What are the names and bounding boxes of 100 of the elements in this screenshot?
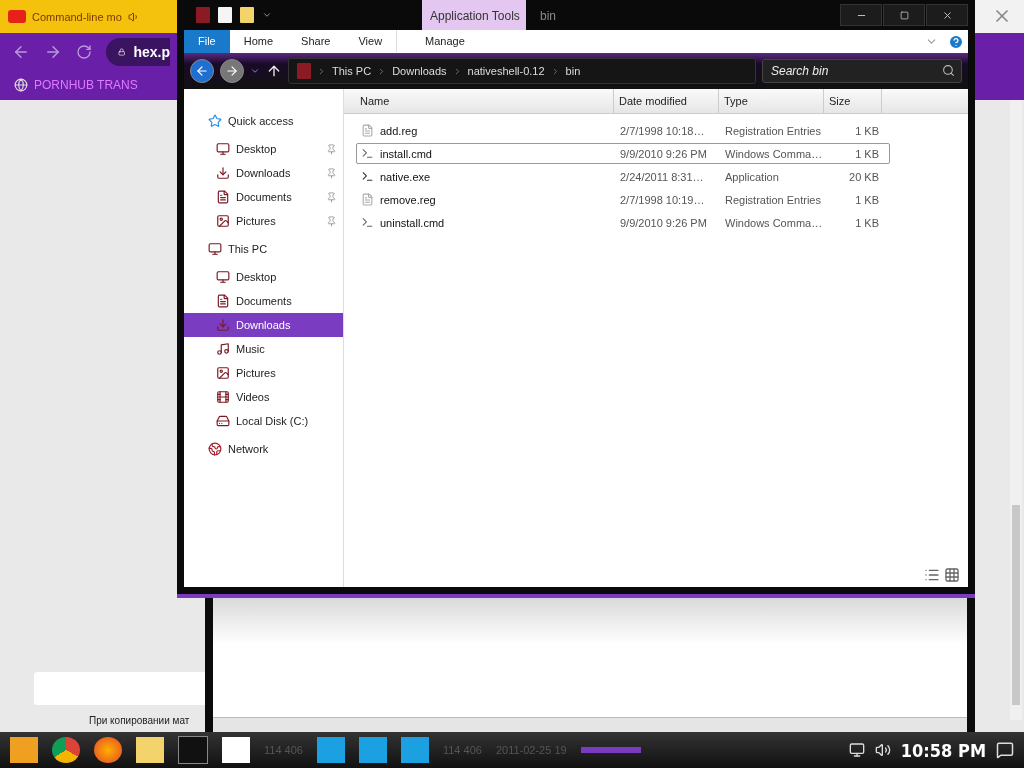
ribbon-tab[interactable]: File	[184, 30, 230, 53]
close-icon	[941, 9, 953, 21]
help-icon[interactable]	[948, 33, 964, 50]
size-cell-text: 20 KB	[848, 170, 880, 183]
date-cell-text: 2/7/1998 10:18…	[619, 124, 705, 137]
breadcrumb-item[interactable]: This PC	[332, 65, 372, 77]
search-field[interactable]: Search bin	[762, 59, 962, 83]
lock-icon	[118, 45, 126, 58]
file-row[interactable]: install.cmd 9/9/2010 9:26 PM Windows Comma… 1 KB	[356, 143, 890, 164]
file-name: native.exe	[380, 170, 431, 183]
forward-button[interactable]	[220, 59, 244, 83]
file-name: add.reg	[380, 124, 418, 137]
nav-label: Downloads	[236, 167, 292, 179]
document-icon	[361, 193, 374, 206]
nav-label: Desktop	[236, 271, 278, 283]
breadcrumb-item[interactable]: nativeshell-0.12	[467, 65, 545, 77]
caret-icon[interactable]	[250, 66, 260, 76]
type-cell-text: Registration Entries	[724, 193, 821, 206]
column-header[interactable]: Type	[719, 89, 824, 113]
size-cell-text: 1 KB	[854, 216, 880, 229]
nav-label: This PC	[228, 243, 269, 255]
type-cell-text: Windows Comma…	[724, 216, 823, 229]
file-row[interactable]: add.reg 2/7/1998 10:18… Registration Entries 1 KB	[356, 120, 890, 141]
maximize-icon	[899, 10, 909, 20]
file-row[interactable]: native.exe 2/24/2011 8:31… Application 20 KB	[356, 166, 890, 187]
nav-item[interactable]: This PC	[184, 233, 343, 265]
document-icon	[361, 124, 374, 137]
chevron-icon	[317, 66, 326, 76]
breadcrumb-item[interactable]: bin	[565, 65, 581, 77]
column-header[interactable]: Size	[824, 89, 882, 113]
file-name: remove.reg	[380, 193, 436, 206]
type-cell-text: Windows Comma…	[724, 147, 823, 160]
nav-label: Documents	[236, 295, 293, 307]
nav-label: Quick access	[228, 115, 295, 127]
nav-item[interactable]: Documents	[184, 289, 343, 313]
film-icon	[216, 390, 230, 404]
breadcrumb-item[interactable]: Downloads	[392, 65, 447, 77]
file-name: uninstall.cmd	[380, 216, 445, 229]
document-icon	[216, 190, 230, 204]
size-cell-text: 1 KB	[854, 124, 880, 137]
nav-label: Local Disk (C:)	[236, 415, 310, 427]
date-cell-text: 9/9/2010 9:26 PM	[619, 216, 707, 229]
nav-item[interactable]: Desktop	[184, 265, 343, 289]
notification-icon[interactable]	[996, 741, 1014, 759]
column-header[interactable]: Name	[344, 89, 614, 113]
horizontal-scrollbar[interactable]	[213, 717, 967, 732]
context-label: Application Tools	[422, 0, 526, 30]
nav-label: Documents	[236, 191, 293, 203]
monitor-icon	[208, 242, 222, 256]
speaker-icon[interactable]	[874, 742, 891, 758]
network-icon[interactable]	[848, 742, 865, 758]
clock[interactable]: 10:58 PM	[900, 739, 986, 761]
nav-item[interactable]: Quick access	[184, 105, 343, 137]
date-cell-text: 2/24/2011 8:31…	[619, 170, 704, 183]
up-icon[interactable]	[266, 63, 282, 79]
nav-item[interactable]: Documents	[184, 185, 343, 209]
caret-icon[interactable]	[262, 10, 272, 20]
image-icon	[216, 214, 230, 228]
url-text: hex.p	[133, 43, 170, 60]
browser-tab[interactable]: Command-line mo	[0, 0, 177, 33]
address-field[interactable]: hex.p	[106, 37, 170, 66]
image-icon	[216, 366, 230, 380]
file-row[interactable]: uninstall.cmd 9/9/2010 9:26 PM Windows Comma… 1 KB	[356, 212, 890, 233]
search-icon	[942, 64, 955, 77]
nav-label: Pictures	[236, 367, 277, 379]
nav-label: Downloads	[236, 319, 292, 331]
nav-item[interactable]: Videos	[184, 385, 343, 409]
speaker-icon	[127, 10, 140, 23]
size-cell-text: 1 KB	[854, 193, 880, 206]
globe-icon	[208, 442, 222, 456]
nav-item[interactable]: Downloads	[184, 313, 343, 337]
back-icon	[195, 64, 209, 78]
column-header[interactable]: Date modified	[614, 89, 719, 113]
nav-item[interactable]: Desktop	[184, 137, 343, 161]
nav-item[interactable]: Network	[184, 433, 343, 465]
bookmark-link[interactable]: PORNHUB TRANS	[34, 78, 138, 92]
back-button[interactable]	[190, 59, 214, 83]
nav-item[interactable]: Local Disk (C:)	[184, 409, 343, 433]
reload-icon[interactable]	[76, 43, 92, 60]
type-cell-text: Registration Entries	[724, 124, 821, 137]
tiles-view-icon[interactable]	[944, 567, 960, 583]
nav-label: Network	[228, 443, 270, 455]
details-view-icon[interactable]	[924, 567, 940, 583]
nav-item[interactable]: Pictures	[184, 361, 343, 385]
nav-label: Desktop	[236, 143, 278, 155]
type-cell-text: Application	[724, 170, 779, 183]
scrollbar-thumb[interactable]	[1012, 505, 1020, 705]
file-row[interactable]: remove.reg 2/7/1998 10:19… Registration Entries 1 KB	[356, 189, 890, 210]
star-icon	[208, 114, 222, 128]
nav-label: Videos	[236, 391, 271, 403]
nav-item[interactable]: Downloads	[184, 161, 343, 185]
window-title: bin	[539, 8, 557, 25]
nav-item[interactable]: Music	[184, 337, 343, 361]
nav-item[interactable]: Pictures	[184, 209, 343, 233]
taskbar-stripe	[580, 747, 641, 753]
maximize-button[interactable]	[883, 4, 925, 26]
file-name: install.cmd	[380, 147, 432, 160]
address-bar[interactable]: This PC Downloads nativeshell-0.12 bin	[288, 58, 756, 84]
nav-label: Pictures	[236, 215, 277, 227]
music-note-icon	[216, 342, 230, 356]
